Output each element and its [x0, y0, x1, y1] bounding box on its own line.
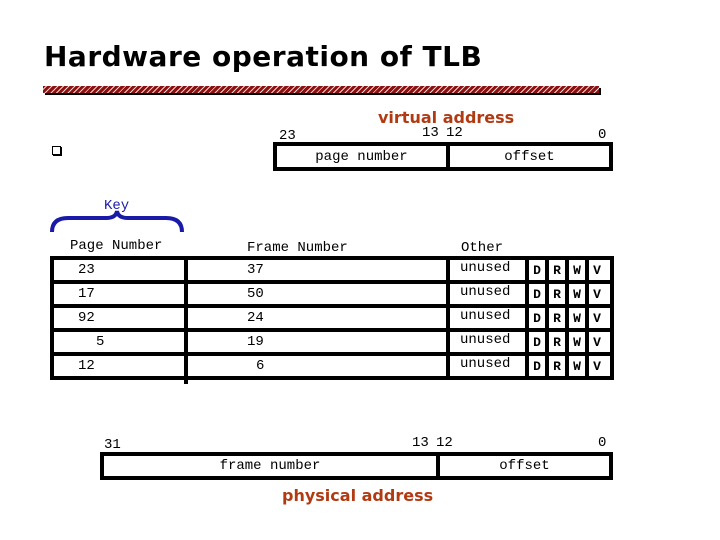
- table-row-line: [50, 376, 614, 380]
- header-other: Other: [461, 240, 504, 256]
- flag-d-cell: D: [533, 262, 541, 278]
- flag-v-cell: V: [593, 262, 601, 278]
- page-number-cell: 23: [78, 262, 95, 278]
- flag-r-cell: R: [553, 310, 561, 326]
- other-cell: unused: [460, 284, 511, 300]
- page-number-cell: 12: [78, 358, 95, 374]
- flag-v-cell: V: [593, 358, 601, 374]
- flag-w-cell: W: [573, 310, 581, 326]
- physical-address-label: physical address: [282, 486, 434, 505]
- flag-v-cell: V: [593, 334, 601, 350]
- flag-w-cell: W: [573, 262, 581, 278]
- header-frame-number: Frame Number: [247, 240, 348, 256]
- va-bit-low: 0: [598, 127, 607, 143]
- va-bit-split-high: 13: [422, 125, 439, 141]
- flag-d-cell: D: [533, 358, 541, 374]
- flag-r-cell: R: [553, 358, 561, 374]
- pa-frame-number-field: frame number: [219, 458, 321, 474]
- physical-address-box: frame number offset: [100, 452, 613, 480]
- frame-number-cell: 6: [256, 358, 265, 374]
- flag-d-cell: D: [533, 310, 541, 326]
- flag-w-cell: W: [573, 358, 581, 374]
- other-cell: unused: [460, 260, 511, 276]
- tlb-table: 23 37 unused D R W V 17 50 unused D R W V 92 24 unused D R…: [50, 256, 614, 384]
- title-underline: [43, 86, 599, 93]
- pa-offset-field: offset: [499, 458, 550, 474]
- key-brace-icon: [50, 210, 184, 233]
- bullet-icon: [52, 146, 61, 155]
- header-page-number: Page Number: [70, 238, 163, 254]
- virtual-address-box: page number offset: [273, 142, 613, 171]
- flag-r-cell: R: [553, 262, 561, 278]
- flag-w-cell: W: [573, 286, 581, 302]
- va-offset-field: offset: [504, 148, 555, 165]
- flag-d-cell: D: [533, 286, 541, 302]
- frame-number-cell: 19: [247, 334, 264, 350]
- page-number-cell: 92: [78, 310, 95, 326]
- page-number-cell: 17: [78, 286, 95, 302]
- flag-d-cell: D: [533, 334, 541, 350]
- flag-r-cell: R: [553, 286, 561, 302]
- pa-bit-split-high: 13: [412, 435, 429, 451]
- other-cell: unused: [460, 308, 511, 324]
- flag-r-cell: R: [553, 334, 561, 350]
- flag-v-cell: V: [593, 286, 601, 302]
- other-cell: unused: [460, 332, 511, 348]
- frame-number-cell: 24: [247, 310, 264, 326]
- pa-bit-split-low: 12: [436, 435, 453, 451]
- va-bit-split-low: 12: [446, 125, 463, 141]
- other-cell: unused: [460, 356, 511, 372]
- flag-v-cell: V: [593, 310, 601, 326]
- page-number-cell: 5: [96, 334, 105, 350]
- pa-bit-high: 31: [104, 437, 121, 453]
- slide-title: Hardware operation of TLB: [44, 40, 483, 73]
- va-page-number-field: page number: [315, 148, 408, 165]
- flag-w-cell: W: [573, 334, 581, 350]
- pa-bit-low: 0: [598, 435, 607, 451]
- frame-number-cell: 50: [247, 286, 264, 302]
- frame-number-cell: 37: [247, 262, 264, 278]
